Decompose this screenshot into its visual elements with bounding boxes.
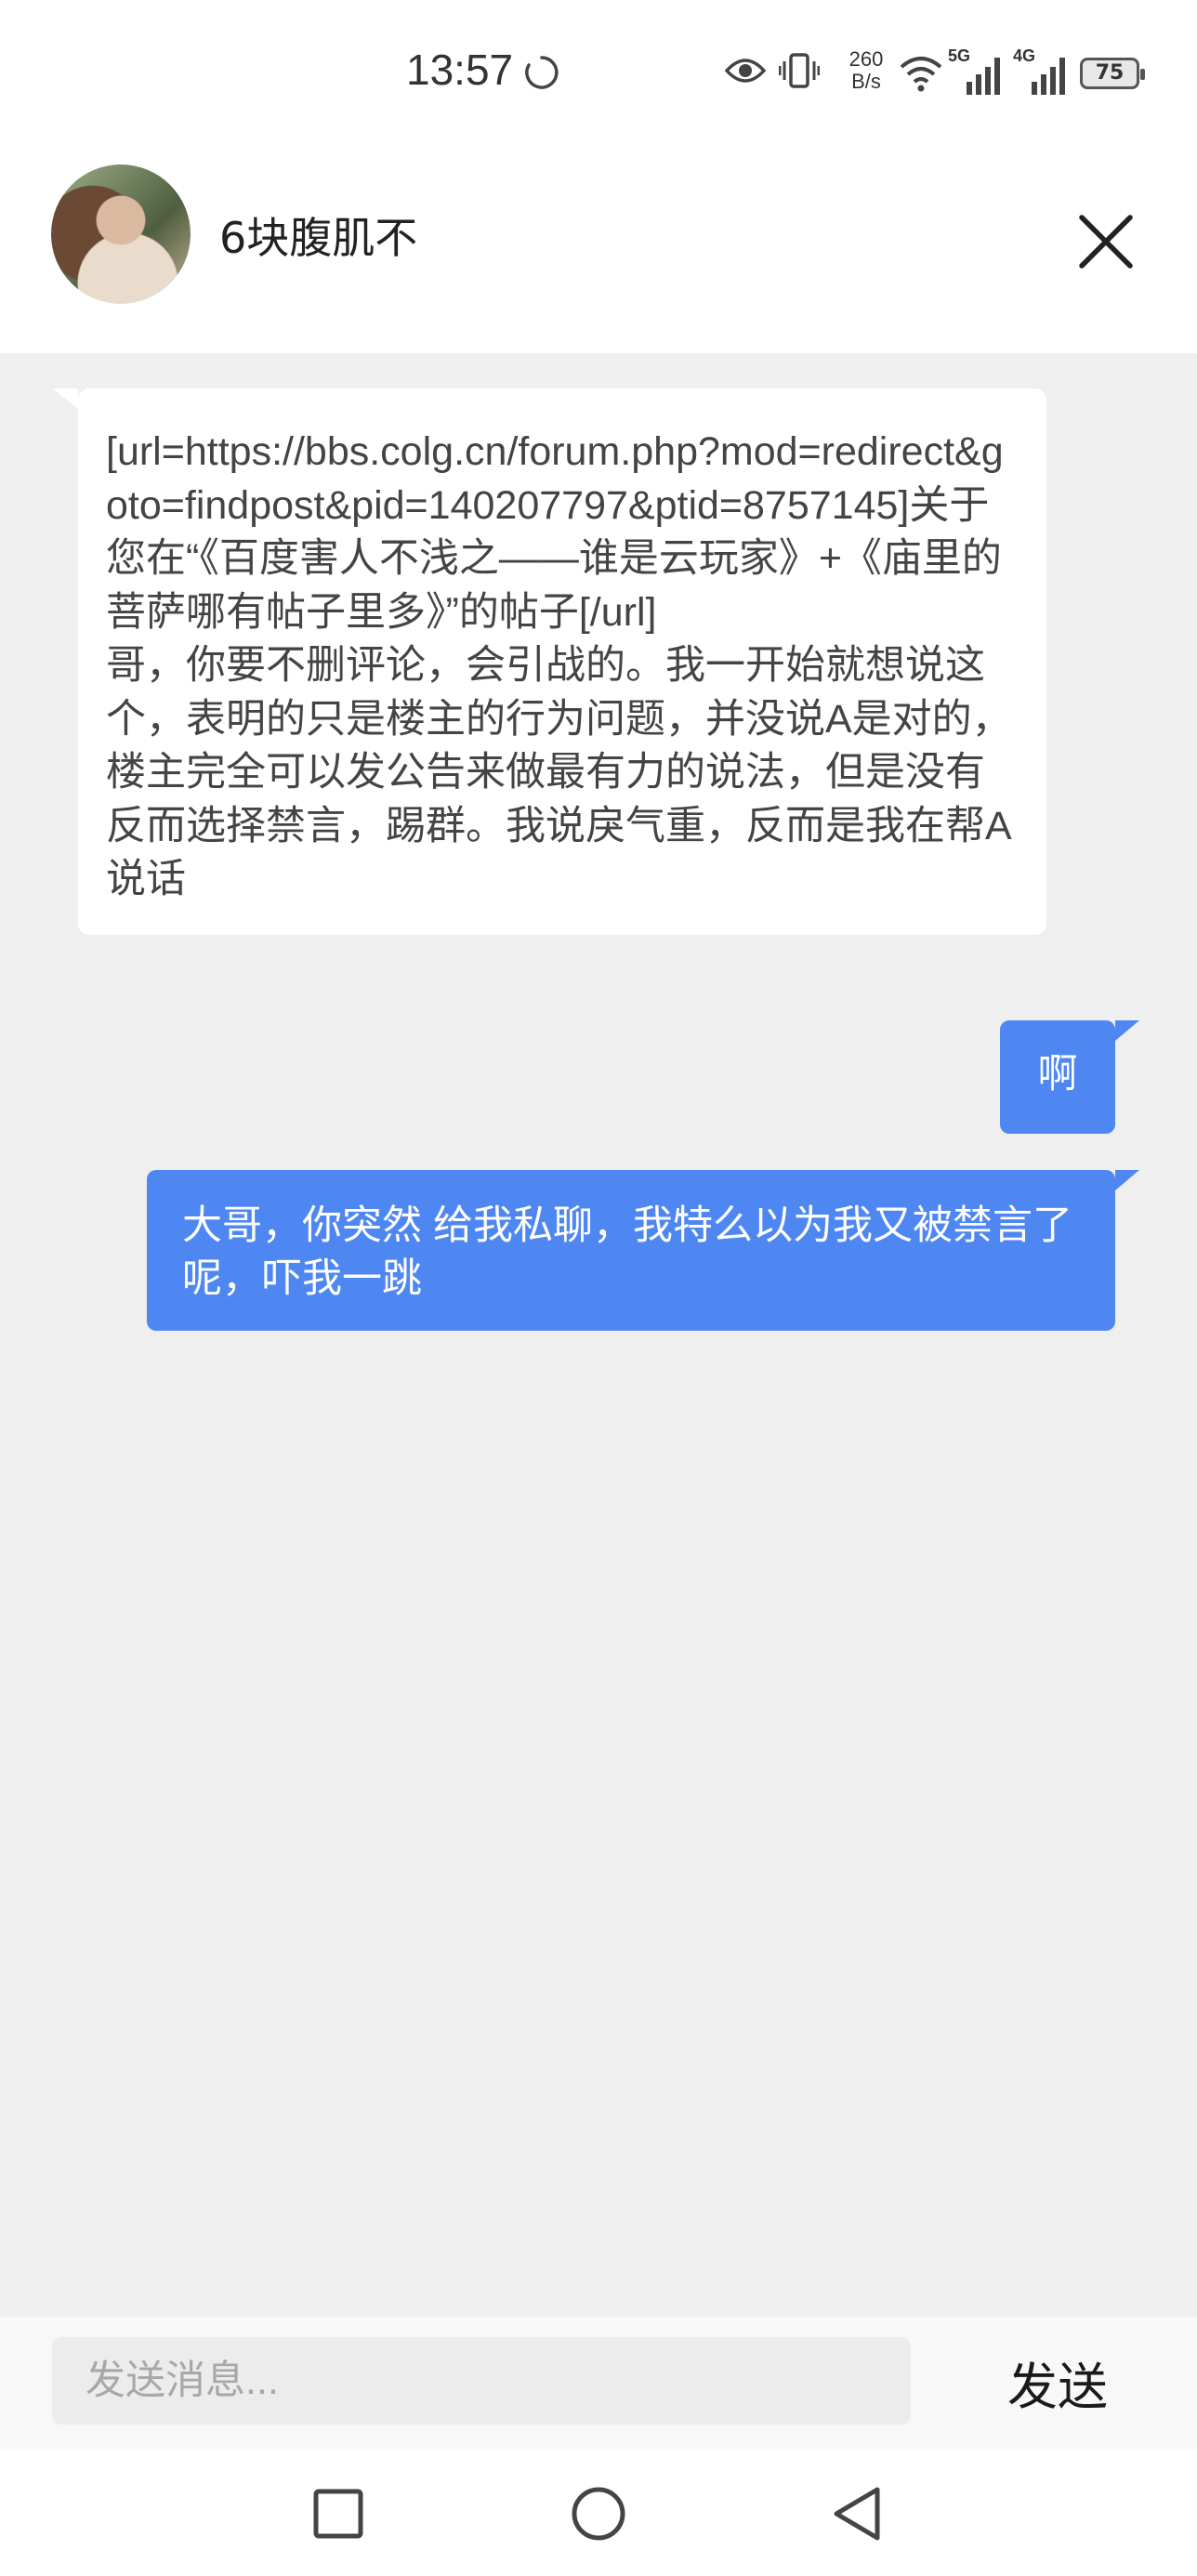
- close-button[interactable]: [1069, 204, 1143, 279]
- recents-icon: [313, 2489, 363, 2539]
- message-outgoing[interactable]: 大哥，你突然 给我私聊，我特么以为我又被禁言了呢，吓我一跳: [147, 1170, 1139, 1331]
- avatar[interactable]: [51, 164, 191, 304]
- contact-name: 6块腹肌不: [219, 213, 418, 263]
- composer-bar: 发送: [0, 2317, 1197, 2449]
- loading-icon: [523, 54, 560, 95]
- status-time: 13:57: [406, 46, 514, 94]
- close-icon: [1079, 215, 1133, 269]
- net-speed: 260 B/s: [848, 47, 884, 93]
- battery-icon: 75: [1080, 58, 1145, 89]
- message-text: 大哥，你突然 给我私聊，我特么以为我又被禁言了呢，吓我一跳: [182, 1203, 1072, 1301]
- message-text: 啊: [1037, 1052, 1078, 1097]
- home-button[interactable]: [561, 2477, 636, 2551]
- message-input[interactable]: [52, 2337, 911, 2425]
- chat-header: 6块腹肌不: [0, 149, 1197, 353]
- home-icon: [572, 2487, 625, 2541]
- recents-button[interactable]: [301, 2477, 375, 2551]
- wifi-icon: [898, 52, 944, 97]
- system-nav-bar: [0, 2449, 1197, 2576]
- message-incoming[interactable]: [url=https://bbs.colg.cn/forum.php?mod=r…: [52, 388, 1046, 935]
- message-outgoing[interactable]: 啊: [1000, 1020, 1139, 1134]
- back-button[interactable]: [822, 2477, 896, 2551]
- status-bar: 13:57 260 B/s 5G 4G 75: [0, 0, 1197, 149]
- vibrate-icon: [778, 52, 821, 93]
- message-text: [url=https://bbs.colg.cn/forum.php?mod=r…: [106, 429, 1012, 901]
- back-icon: [834, 2487, 880, 2541]
- eye-icon: [724, 56, 767, 89]
- send-button[interactable]: 发送: [983, 2343, 1132, 2421]
